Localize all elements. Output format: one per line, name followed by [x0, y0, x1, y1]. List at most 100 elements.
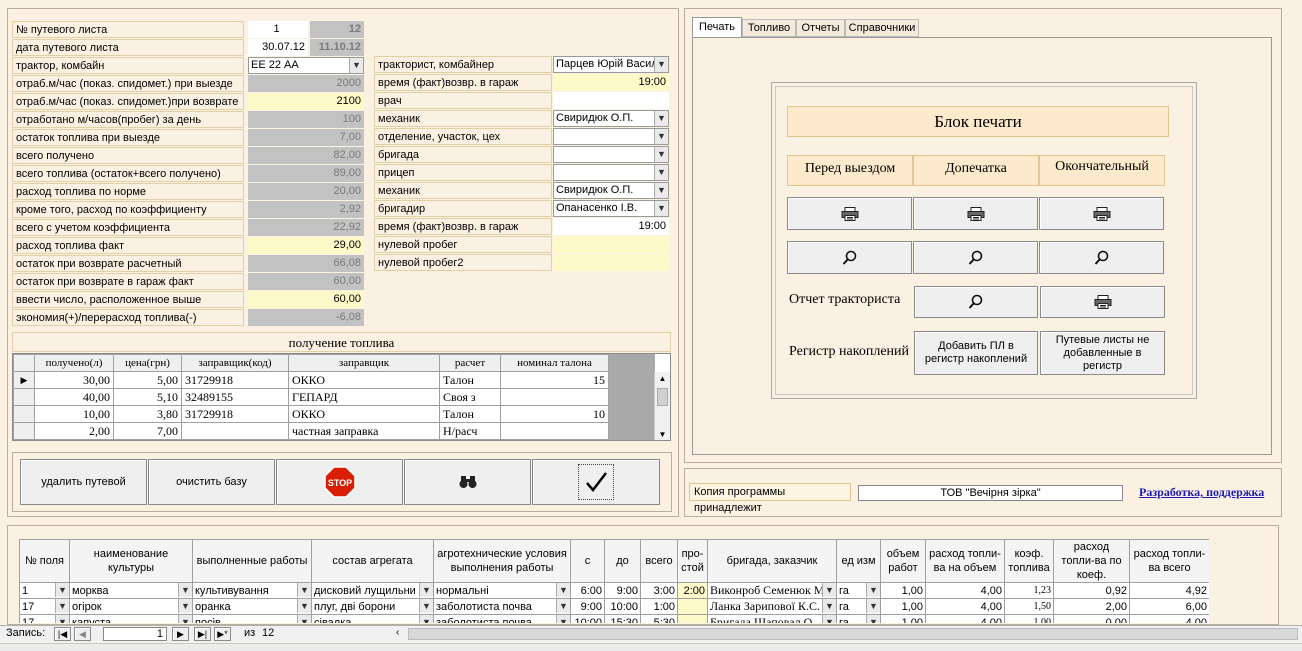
chevron-down-icon[interactable]: ▼	[654, 183, 668, 198]
works-cell[interactable]: 1,00	[1004, 614, 1054, 623]
works-row[interactable]: 17 ▼ огірок ▼ оранка ▼ плуг, дві борони ▼ заболо…	[19, 598, 1209, 615]
fuel-cell[interactable]: 7,00	[113, 422, 182, 440]
works-cell[interactable]: огірок ▼	[69, 598, 193, 615]
scroll-up-icon[interactable]: ▲	[655, 372, 670, 386]
fuel-cell[interactable]: 10,00	[34, 405, 114, 423]
works-cell[interactable]: посів ▼	[192, 614, 312, 623]
field-value[interactable]: 60,00	[248, 291, 364, 308]
return-time[interactable]: 19:00	[553, 74, 669, 91]
works-cell[interactable]: 15:30	[604, 614, 641, 623]
fuel-cell[interactable]: Н/расч	[439, 422, 501, 440]
works-cell[interactable]: 1:00	[640, 598, 678, 615]
works-cell[interactable]: 10:00	[570, 614, 605, 623]
works-cell[interactable]: 3:00	[640, 582, 678, 599]
works-cell[interactable]: 4,92	[1129, 582, 1209, 599]
fuel-cell[interactable]: 10	[500, 405, 609, 423]
works-cell[interactable]: дисковий лущильни ▼	[311, 582, 434, 599]
works-cell[interactable]: плуг, дві борони ▼	[311, 598, 434, 615]
chevron-down-icon[interactable]: ▼	[654, 147, 668, 162]
last-record-button[interactable]: ▶|	[194, 627, 211, 641]
fuel-cell[interactable]: 3,80	[113, 405, 182, 423]
fuel-row[interactable]: 40,00 5,10 32489155 ГЕПАРД Своя з	[13, 388, 609, 406]
chevron-down-icon[interactable]: ▼	[822, 583, 836, 597]
fuel-cell[interactable]: ГЕПАРД	[288, 388, 440, 406]
works-cell[interactable]	[677, 614, 708, 623]
works-cell[interactable]: культивування ▼	[192, 582, 312, 599]
works-cell[interactable]: 4,00	[925, 598, 1005, 615]
chevron-down-icon[interactable]: ▼	[654, 57, 668, 72]
fuel-row[interactable]: 2,00 7,00 частная заправка Н/расч	[13, 422, 609, 440]
tab-reports[interactable]: Отчеты	[796, 19, 845, 37]
fuel-cell[interactable]: ОККО	[288, 371, 440, 389]
fuel-cell[interactable]	[181, 422, 289, 440]
works-row[interactable]: 17 ▼ капуста ▼ посів ▼ сівалка ▼ заболотиста поч…	[19, 614, 1209, 623]
fuel-cell[interactable]: 31729918	[181, 371, 289, 389]
doctor-field[interactable]	[553, 92, 669, 109]
horizontal-scrollbar[interactable]	[408, 628, 1298, 640]
fuel-row[interactable]: 10,00 3,80 31729918 ОККО Талон 10	[13, 405, 609, 423]
chevron-down-icon[interactable]: ▼	[297, 599, 311, 613]
works-cell[interactable]: 4,00	[1129, 614, 1209, 623]
clear-database-button[interactable]: очистить базу	[148, 459, 275, 505]
tractor-select[interactable]: ЕЕ 22 АА ▼	[248, 57, 364, 74]
new-record-button[interactable]: ▶*	[214, 627, 231, 641]
works-row[interactable]: 1 ▼ морква ▼ культивування ▼ дисковий лущильни…	[19, 582, 1209, 599]
stop-button[interactable]: STOP	[276, 459, 403, 505]
chevron-down-icon[interactable]: ▼	[55, 615, 69, 623]
tab-print[interactable]: Печать	[692, 17, 742, 38]
preview-before-departure-button[interactable]	[787, 241, 912, 274]
works-cell[interactable]: 9:00	[570, 598, 605, 615]
record-number-input[interactable]: 1	[103, 627, 167, 641]
fuel-cell[interactable]: 2,00	[34, 422, 114, 440]
works-cell[interactable]: Ланка Зарипової К.С. ▼	[707, 598, 837, 615]
chevron-down-icon[interactable]: ▼	[556, 615, 570, 623]
waybill-number[interactable]: 1	[248, 21, 308, 38]
chevron-down-icon[interactable]: ▼	[419, 583, 433, 597]
chevron-down-icon[interactable]: ▼	[178, 599, 192, 613]
works-cell[interactable]: заболотиста почва ▼	[433, 614, 571, 623]
fuel-cell[interactable]	[500, 388, 609, 406]
field-value[interactable]: 29,00	[248, 237, 364, 254]
prev-record-button[interactable]: ◀	[74, 627, 91, 641]
works-cell[interactable]: га ▼	[836, 598, 881, 615]
works-cell[interactable]: 9:00	[604, 582, 641, 599]
works-cell[interactable]: га ▼	[836, 614, 881, 623]
works-cell[interactable]: морква ▼	[69, 582, 193, 599]
works-cell[interactable]: 0,00	[1053, 614, 1130, 623]
row-selector[interactable]: ▶	[13, 371, 35, 389]
fuel-cell[interactable]: 30,00	[34, 371, 114, 389]
chevron-down-icon[interactable]: ▼	[419, 615, 433, 623]
fuel-grid-scrollbar[interactable]: ▲ ▼	[654, 372, 670, 440]
print-final-button[interactable]	[1039, 197, 1164, 230]
chevron-down-icon[interactable]: ▼	[55, 583, 69, 597]
trailer-select[interactable]: ▼	[553, 164, 669, 181]
mechanic-select[interactable]: Свиридюк О.П. ▼	[553, 110, 669, 127]
works-cell[interactable]: 2:00	[677, 582, 708, 599]
works-cell[interactable]: 4,00	[925, 614, 1005, 623]
development-support-link[interactable]: Разработка, поддержка	[1139, 485, 1264, 500]
fuel-row[interactable]: ▶ 30,00 5,00 31729918 ОККО Талон 15	[13, 371, 609, 389]
tab-directories[interactable]: Справочники	[845, 19, 919, 37]
chevron-down-icon[interactable]: ▼	[822, 615, 836, 623]
works-cell[interactable]: 0,92	[1053, 582, 1130, 599]
works-cell[interactable]: 17 ▼	[19, 598, 70, 615]
chevron-down-icon[interactable]: ▼	[866, 599, 880, 613]
find-button[interactable]	[404, 459, 531, 505]
chevron-down-icon[interactable]: ▼	[822, 599, 836, 613]
chevron-down-icon[interactable]: ▼	[556, 599, 570, 613]
works-cell[interactable]: 5:30	[640, 614, 678, 623]
fuel-cell[interactable]: 40,00	[34, 388, 114, 406]
field-value[interactable]: 2100	[248, 93, 364, 110]
brigade-select[interactable]: ▼	[553, 146, 669, 163]
confirm-button[interactable]	[532, 459, 660, 505]
chevron-down-icon[interactable]: ▼	[556, 583, 570, 597]
chevron-down-icon[interactable]: ▼	[178, 615, 192, 623]
chevron-down-icon[interactable]: ▼	[654, 165, 668, 180]
mechanic2-select[interactable]: Свиридюк О.П. ▼	[553, 182, 669, 199]
chevron-down-icon[interactable]: ▼	[178, 583, 192, 597]
works-cell[interactable]: га ▼	[836, 582, 881, 599]
first-record-button[interactable]: |◀	[54, 627, 71, 641]
fuel-cell[interactable]: частная заправка	[288, 422, 440, 440]
works-cell[interactable]: 6,00	[1129, 598, 1209, 615]
works-cell[interactable]: нормальні ▼	[433, 582, 571, 599]
